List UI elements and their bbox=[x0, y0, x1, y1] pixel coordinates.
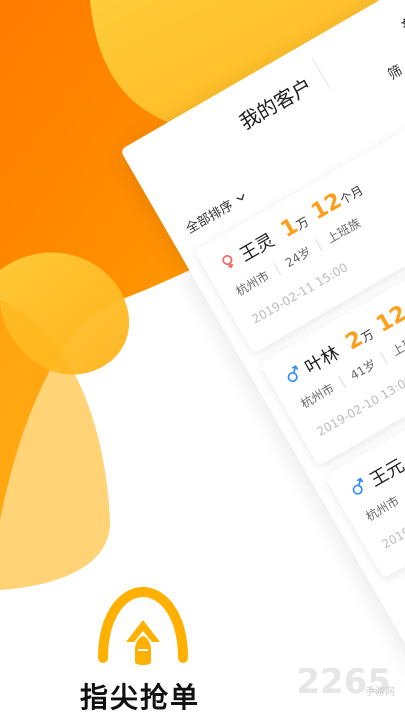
term: 12 bbox=[372, 300, 405, 338]
divider bbox=[379, 351, 388, 364]
job: 上班 bbox=[389, 334, 405, 359]
tab-divider bbox=[311, 57, 331, 90]
male-icon bbox=[352, 477, 364, 495]
logo-icon bbox=[98, 586, 188, 665]
watermark-small: 手游网 bbox=[365, 687, 395, 698]
filter-button[interactable]: 筛 bbox=[384, 60, 405, 84]
divider bbox=[314, 238, 323, 252]
date: 2019 bbox=[379, 524, 405, 552]
chevron-down-icon bbox=[236, 193, 245, 200]
divider bbox=[338, 375, 346, 388]
tab-new[interactable]: 新 bbox=[396, 6, 405, 41]
female-icon bbox=[222, 255, 234, 269]
app-name: 指尖抢单 bbox=[79, 681, 200, 714]
age: 41岁 bbox=[347, 356, 379, 383]
divider bbox=[273, 262, 281, 276]
customer-name: 王元 bbox=[366, 455, 405, 492]
male-icon bbox=[287, 365, 299, 383]
age: 24岁 bbox=[282, 244, 314, 271]
tab-my-customers[interactable]: 我的客户 bbox=[233, 70, 317, 135]
